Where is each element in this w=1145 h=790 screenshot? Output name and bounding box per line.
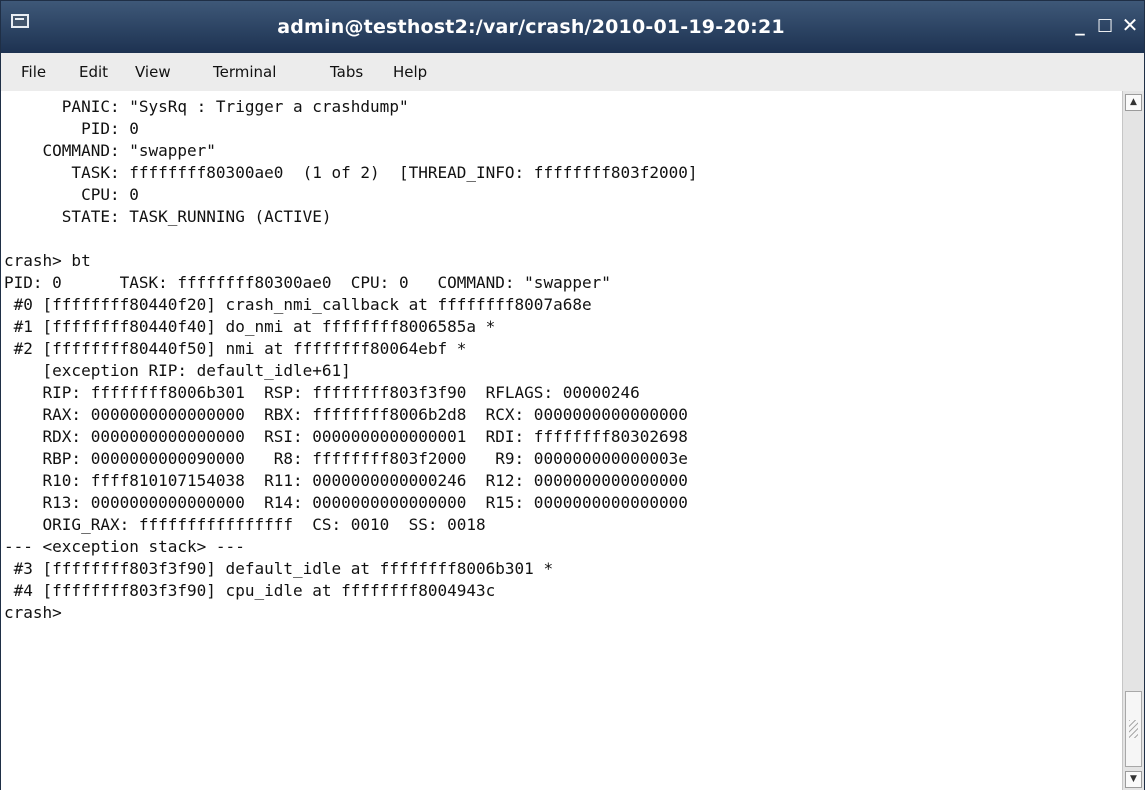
terminal-line: RIP: ffffffff8006b301 RSP: ffffffff803f3… bbox=[4, 383, 640, 402]
terminal-output[interactable]: PANIC: "SysRq : Trigger a crashdump" PID… bbox=[1, 91, 1122, 790]
terminal-line: [exception RIP: default_idle+61] bbox=[4, 361, 351, 380]
terminal-line: STATE: TASK_RUNNING (ACTIVE) bbox=[4, 207, 332, 226]
terminal-line: PID: 0 TASK: ffffffff80300ae0 CPU: 0 COM… bbox=[4, 273, 611, 292]
terminal-line: crash> bbox=[4, 603, 62, 622]
close-button[interactable]: ✕ bbox=[1118, 14, 1142, 36]
vertical-scrollbar[interactable]: ▲ ▼ bbox=[1122, 91, 1144, 790]
terminal-line: PANIC: "SysRq : Trigger a crashdump" bbox=[4, 97, 409, 116]
minimize-button[interactable]: _ bbox=[1068, 14, 1092, 36]
terminal-line: CPU: 0 bbox=[4, 185, 139, 204]
scroll-up-arrow-icon[interactable]: ▲ bbox=[1125, 94, 1142, 111]
terminal-text: PANIC: "SysRq : Trigger a crashdump" PID… bbox=[1, 91, 1122, 624]
menu-help[interactable]: Help bbox=[393, 63, 427, 81]
menu-tabs[interactable]: Tabs bbox=[330, 63, 363, 81]
window-title: admin@testhost2:/var/crash/2010-01-19-20… bbox=[277, 16, 785, 38]
terminal-window: admin@testhost2:/var/crash/2010-01-19-20… bbox=[0, 0, 1145, 790]
menu-terminal[interactable]: Terminal bbox=[213, 63, 276, 81]
menu-bar: File Edit View Terminal Tabs Help bbox=[1, 53, 1144, 92]
terminal-line: RDX: 0000000000000000 RSI: 0000000000000… bbox=[4, 427, 688, 446]
menu-view[interactable]: View bbox=[135, 63, 171, 81]
maximize-button[interactable]: □ bbox=[1093, 14, 1117, 36]
menu-file[interactable]: File bbox=[21, 63, 46, 81]
terminal-line: COMMAND: "swapper" bbox=[4, 141, 216, 160]
scroll-down-arrow-icon[interactable]: ▼ bbox=[1125, 771, 1142, 788]
terminal-line: #3 [ffffffff803f3f90] default_idle at ff… bbox=[4, 559, 554, 578]
terminal-line: RBP: 0000000000090000 R8: ffffffff803f20… bbox=[4, 449, 688, 468]
terminal-line: #2 [ffffffff80440f50] nmi at ffffffff800… bbox=[4, 339, 467, 358]
terminal-app-icon[interactable] bbox=[11, 14, 29, 28]
terminal-line: R13: 0000000000000000 R14: 0000000000000… bbox=[4, 493, 688, 512]
terminal-line: TASK: ffffffff80300ae0 (1 of 2) [THREAD_… bbox=[4, 163, 698, 182]
terminal-line: #0 [ffffffff80440f20] crash_nmi_callback… bbox=[4, 295, 592, 314]
menu-edit[interactable]: Edit bbox=[79, 63, 108, 81]
terminal-line: --- <exception stack> --- bbox=[4, 537, 245, 556]
scrollbar-thumb[interactable] bbox=[1125, 691, 1142, 767]
terminal-line: #4 [ffffffff803f3f90] cpu_idle at ffffff… bbox=[4, 581, 496, 600]
terminal-line: RAX: 0000000000000000 RBX: ffffffff8006b… bbox=[4, 405, 688, 424]
terminal-line: ORIG_RAX: ffffffffffffffff CS: 0010 SS: … bbox=[4, 515, 486, 534]
terminal-line: PID: 0 bbox=[4, 119, 139, 138]
terminal-line: #1 [ffffffff80440f40] do_nmi at ffffffff… bbox=[4, 317, 496, 336]
terminal-line: R10: ffff810107154038 R11: 0000000000000… bbox=[4, 471, 688, 490]
title-bar[interactable]: admin@testhost2:/var/crash/2010-01-19-20… bbox=[1, 1, 1144, 53]
terminal-line: crash> bt bbox=[4, 251, 91, 270]
